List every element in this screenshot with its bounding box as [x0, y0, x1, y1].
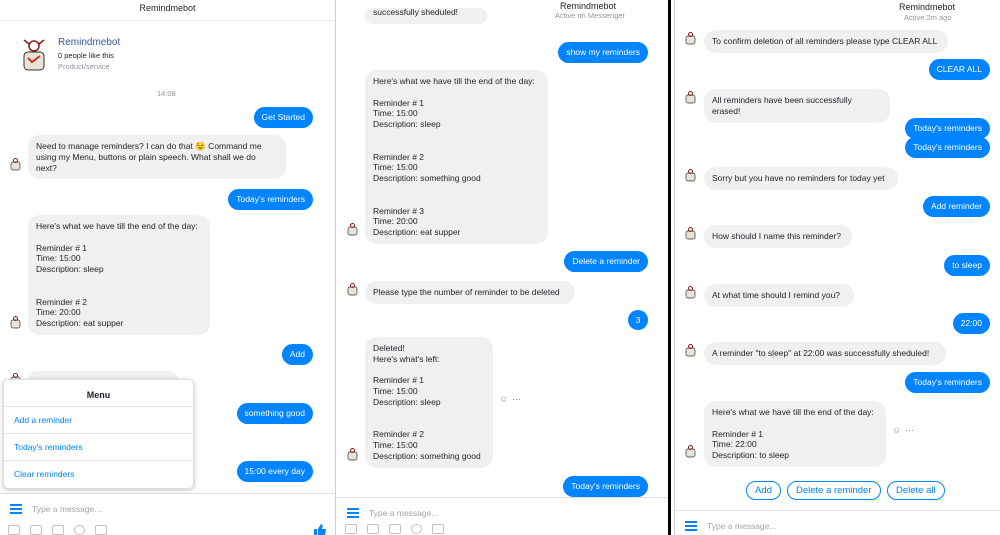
bot-message[interactable]: At what time should I remind you? — [704, 284, 854, 307]
user-message[interactable]: Add reminder — [922, 196, 990, 217]
chat-panel-2: Remindmebot Active on Messenger successf… — [337, 0, 671, 535]
bot-message[interactable]: Sorry but you have no reminders for toda… — [704, 167, 898, 190]
camera-icon[interactable] — [95, 525, 107, 535]
smiley-icon[interactable]: ☺ — [892, 425, 901, 435]
bot-avatar-icon[interactable] — [683, 226, 698, 241]
emoji-icon[interactable] — [411, 524, 422, 534]
bot-message[interactable]: Please type the number of reminder to be… — [365, 281, 575, 304]
user-message[interactable]: 22:00 — [952, 313, 990, 334]
bot-message[interactable]: Here's what we have till the end of the … — [28, 215, 210, 335]
message-input[interactable]: Type a message... — [707, 521, 776, 531]
bot-avatar-icon[interactable] — [8, 157, 23, 172]
smiley-icon[interactable]: ☺ — [499, 394, 508, 404]
user-message[interactable]: Today's reminders — [905, 137, 990, 158]
menu-icon[interactable] — [10, 504, 22, 514]
bot-avatar-icon[interactable] — [683, 444, 698, 459]
bot-avatar-icon[interactable] — [683, 168, 698, 183]
user-message[interactable]: show my reminders — [558, 42, 648, 63]
bot-avatar-icon[interactable] — [683, 285, 698, 300]
sticker-icon[interactable] — [367, 524, 379, 534]
image-icon[interactable] — [345, 524, 357, 534]
message-input[interactable]: Type a message... — [369, 508, 438, 518]
menu-icon[interactable] — [347, 508, 359, 518]
bot-avatar-icon[interactable] — [683, 343, 698, 358]
user-message[interactable]: Add — [281, 344, 313, 365]
bot-logo-icon — [23, 39, 45, 71]
user-message[interactable]: Today's reminders — [563, 476, 648, 497]
profile-likes: 0 people like this — [58, 51, 114, 60]
user-message[interactable]: Delete a reminder — [564, 251, 648, 272]
menu-title: Menu — [4, 380, 193, 407]
bot-avatar-icon[interactable] — [345, 282, 360, 297]
user-message[interactable]: 3 — [628, 310, 648, 330]
bot-message[interactable]: To confirm deletion of all reminders ple… — [704, 30, 948, 53]
user-message[interactable]: to sleep — [944, 255, 990, 276]
menu-item-clear-reminders[interactable]: Clear reminders — [4, 461, 193, 488]
more-icon[interactable]: ⋯ — [512, 394, 521, 405]
composer: Type a message... — [0, 493, 335, 535]
message-input[interactable]: Type a message... — [32, 504, 101, 514]
bot-avatar-large[interactable] — [18, 36, 50, 72]
emoji-icon[interactable] — [74, 525, 85, 535]
like-icon[interactable] — [313, 524, 327, 535]
quick-reply-delete-all[interactable]: Delete all — [887, 481, 945, 500]
menu-item-add-reminder[interactable]: Add a reminder — [4, 407, 193, 434]
bot-message[interactable]: All reminders have been successfully era… — [704, 89, 890, 123]
quick-reply-delete-reminder[interactable]: Delete a reminder — [787, 481, 881, 500]
chat-header: Remindmebot Active 2m ago — [675, 0, 1000, 22]
more-icon[interactable]: ⋯ — [905, 425, 914, 436]
bot-message[interactable]: How should I name this reminder? — [704, 225, 852, 248]
menu-icon[interactable] — [685, 521, 697, 531]
gif-icon[interactable] — [52, 525, 64, 535]
bot-message[interactable]: Here's what we have till the end of the … — [365, 70, 548, 244]
timestamp: 14:08 — [157, 89, 176, 98]
user-message[interactable]: Today's reminders — [905, 118, 990, 139]
composer-tools — [8, 525, 117, 535]
user-message[interactable]: CLEAR ALL — [928, 59, 990, 80]
chat-panel-1: Remindmebot Remindmebot 0 people like th… — [0, 0, 336, 535]
bot-message[interactable]: Deleted! Here's what's left: Reminder # … — [365, 337, 493, 468]
chat-status: Active on Messenger — [555, 11, 626, 20]
gif-icon[interactable] — [389, 524, 401, 534]
bot-message[interactable]: Need to manage reminders? I can do that … — [28, 135, 286, 180]
quick-reply-add[interactable]: Add — [746, 481, 781, 500]
bot-message[interactable]: successfully sheduled! — [365, 8, 487, 24]
chat-status: Active 2m ago — [904, 13, 952, 22]
menu-item-todays-reminders[interactable]: Today's reminders — [4, 434, 193, 461]
composer-tools — [345, 524, 454, 535]
bot-message[interactable]: Here's what we have till the end of the … — [704, 401, 886, 467]
bot-avatar-icon[interactable] — [683, 31, 698, 46]
user-message[interactable]: Today's reminders — [228, 189, 313, 210]
composer: Type a message... — [675, 510, 1000, 535]
bot-avatar-icon[interactable] — [345, 222, 360, 237]
camera-icon[interactable] — [432, 524, 444, 534]
user-message[interactable]: something good — [236, 403, 313, 424]
bot-avatar-icon[interactable] — [345, 447, 360, 462]
user-message[interactable]: 15:00 every day — [236, 461, 313, 482]
bot-message[interactable]: A reminder "to sleep" at 22:00 was succe… — [704, 342, 946, 365]
bot-avatar-icon[interactable] — [8, 315, 23, 330]
chat-panel-3: Remindmebot Active 2m ago To confirm del… — [674, 0, 1000, 535]
profile-category: Product/service — [58, 62, 110, 71]
user-message[interactable]: Get Started — [253, 107, 313, 128]
bot-avatar-icon[interactable] — [683, 90, 698, 105]
persistent-menu: Menu Add a reminder Today's reminders Cl… — [3, 379, 194, 489]
sticker-icon[interactable] — [30, 525, 42, 535]
image-icon[interactable] — [8, 525, 20, 535]
chat-title: Remindmebot — [899, 2, 956, 12]
profile-name[interactable]: Remindmebot — [58, 37, 120, 48]
chat-title: Remindmebot — [139, 3, 196, 13]
user-message[interactable]: Today's reminders — [905, 372, 990, 393]
composer: Type a message... — [337, 497, 668, 535]
